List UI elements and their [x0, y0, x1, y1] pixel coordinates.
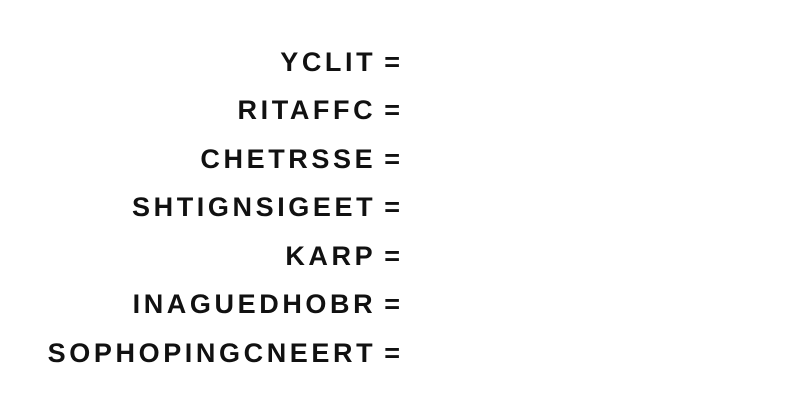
scrambled-word: YCLIT	[280, 46, 377, 77]
word-row: CHETRSSE =	[0, 135, 420, 184]
equals-sign: =	[384, 289, 400, 320]
equals-sign: =	[384, 143, 400, 174]
scrambled-word: RITAFFC	[237, 95, 377, 126]
scrambled-word: CHETRSSE	[200, 143, 377, 174]
word-row: SHTIGNSIGEET =	[0, 184, 420, 233]
equals-sign: =	[384, 46, 400, 77]
word-row: KARP =	[0, 232, 420, 281]
word-row: YCLIT =	[0, 38, 420, 87]
scrambled-word: INAGUEDHOBR	[132, 289, 377, 320]
equals-sign: =	[384, 337, 400, 368]
word-row: RITAFFC =	[0, 87, 420, 136]
scrambled-word: SOPHOPINGCNEERT	[47, 337, 377, 368]
scrambled-word: SHTIGNSIGEET	[131, 192, 377, 223]
scrambled-word: KARP	[285, 240, 377, 271]
equals-sign: =	[384, 95, 400, 126]
equals-sign: =	[384, 240, 400, 271]
word-row: SOPHOPINGCNEERT =	[0, 329, 420, 378]
word-row: INAGUEDHOBR =	[0, 281, 420, 330]
scrambled-word-list: YCLIT = RITAFFC = CHETRSSE = SHTIGNSIGEE…	[0, 38, 420, 378]
equals-sign: =	[384, 192, 400, 223]
